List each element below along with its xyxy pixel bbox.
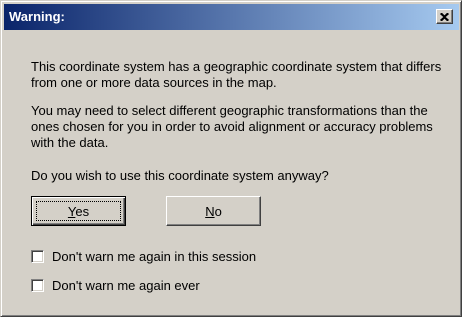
- yes-button-label: Yes: [68, 204, 89, 219]
- warning-dialog: Warning: This coordinate system has a ge…: [0, 0, 462, 317]
- no-button[interactable]: No: [166, 196, 261, 226]
- message-paragraph-1: This coordinate system has a geographic …: [31, 59, 442, 90]
- checkbox-ever[interactable]: [31, 279, 44, 292]
- yes-label-rest: es: [75, 203, 90, 219]
- no-label-rest: o: [214, 203, 222, 219]
- option-ever[interactable]: Don't warn me again ever: [31, 278, 200, 293]
- checkbox-session[interactable]: [31, 250, 44, 263]
- option-ever-label[interactable]: Don't warn me again ever: [52, 278, 200, 293]
- option-session-label[interactable]: Don't warn me again in this session: [52, 249, 256, 264]
- dialog-title: Warning:: [9, 9, 65, 24]
- no-button-label: No: [205, 204, 222, 219]
- no-mnemonic: N: [205, 203, 215, 219]
- message-paragraph-2: You may need to select different geograp…: [31, 103, 433, 150]
- option-session[interactable]: Don't warn me again in this session: [31, 249, 256, 264]
- close-button[interactable]: [436, 9, 453, 24]
- close-icon: [440, 12, 449, 21]
- yes-button[interactable]: Yes: [31, 196, 126, 226]
- confirmation-question: Do you wish to use this coordinate syste…: [31, 168, 329, 183]
- title-bar[interactable]: Warning:: [4, 4, 459, 30]
